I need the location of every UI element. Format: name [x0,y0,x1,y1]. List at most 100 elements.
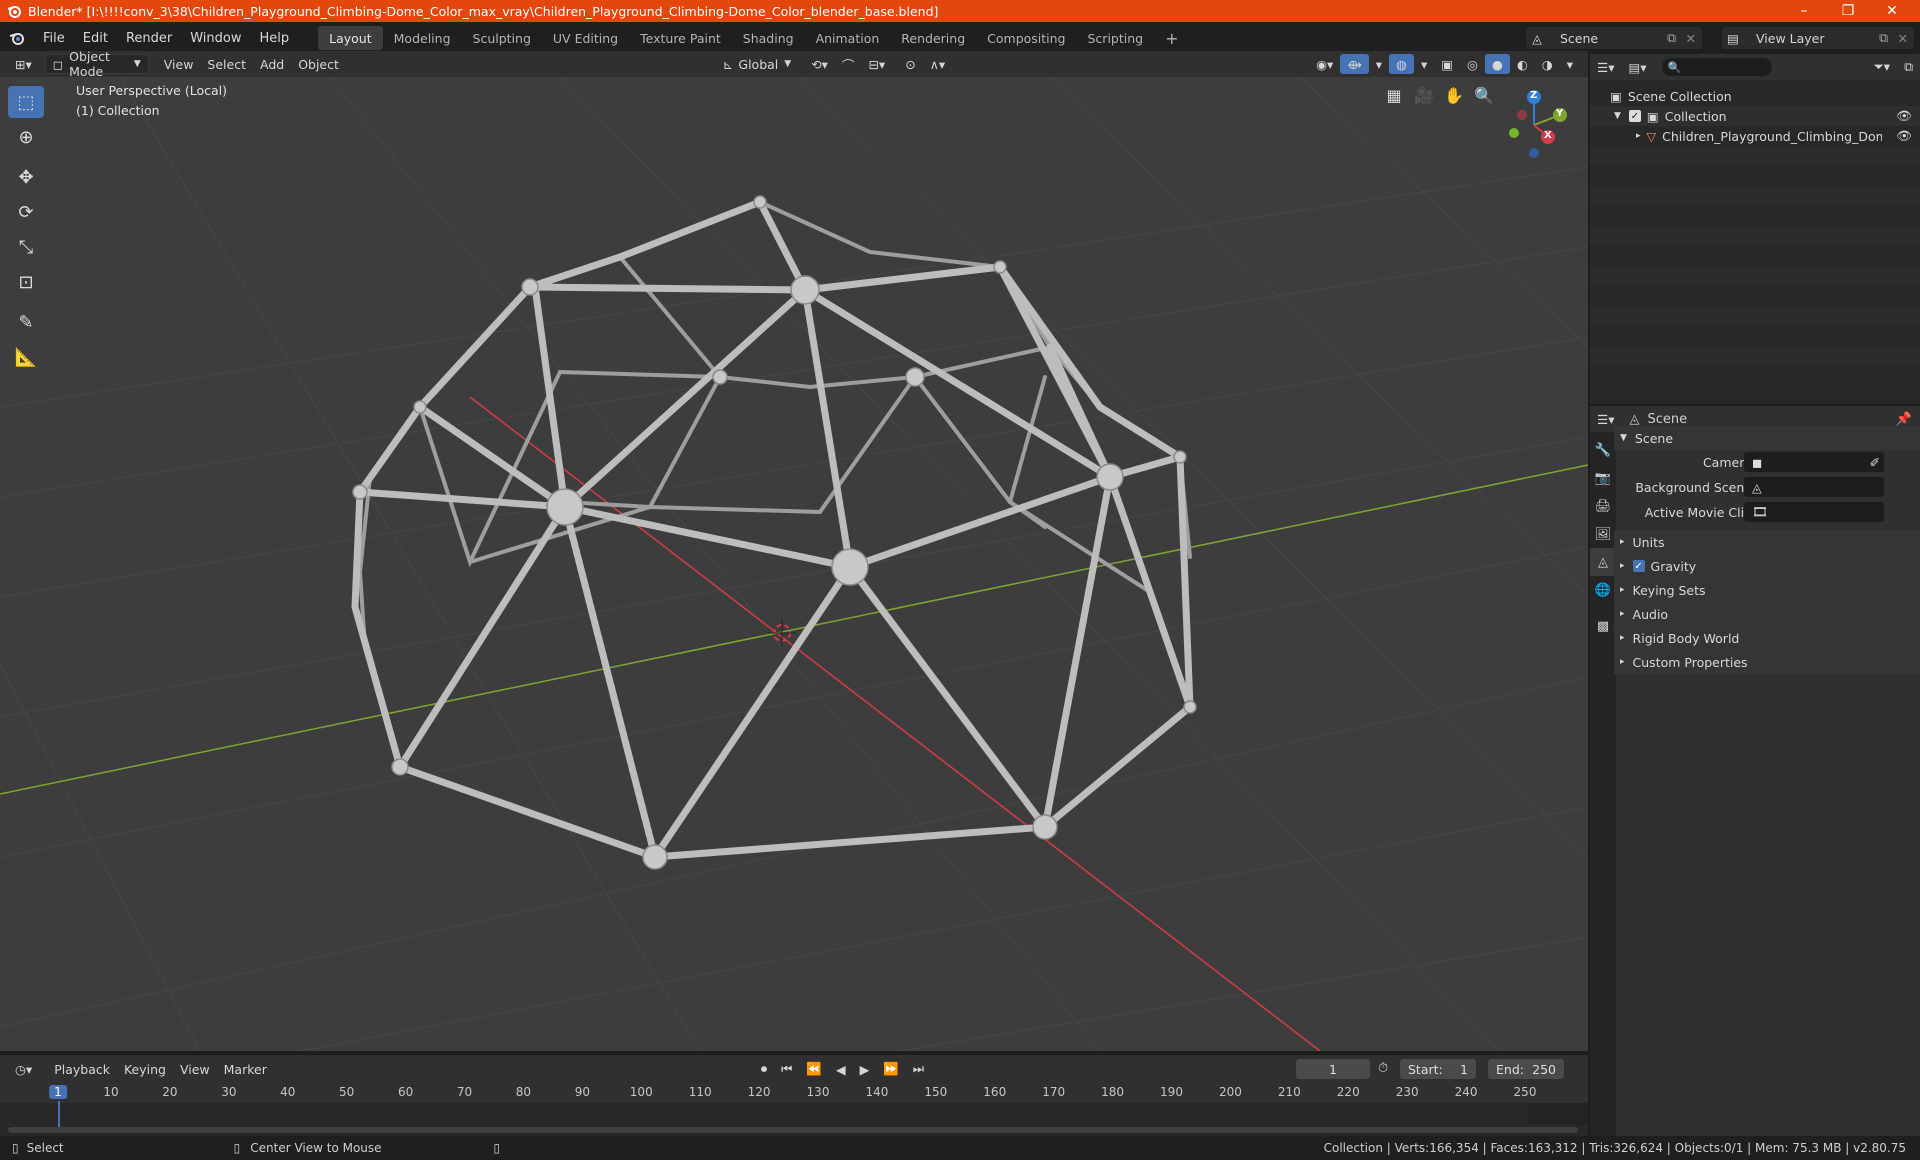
tab-compositing[interactable]: Compositing [976,26,1076,50]
tab-scripting[interactable]: Scripting [1077,26,1155,50]
close-button[interactable]: ✕ [1870,0,1914,22]
scene-selector[interactable]: ◬ Scene ⧉ ✕ [1526,27,1702,49]
eye-icon[interactable]: 👁 [1896,108,1912,124]
outliner-search-input[interactable]: 🔍 [1661,58,1772,76]
cursor-tool-icon[interactable]: ⊕ [8,121,44,153]
timeline-menu-playback[interactable]: Playback [47,1059,117,1079]
visibility-icon[interactable]: ◉▾ [1309,54,1340,74]
overlays-toggle-icon[interactable]: ◍ [1389,54,1414,74]
output-tab-icon[interactable]: 🖨 [1590,492,1616,520]
minimize-button[interactable]: – [1782,0,1826,22]
tab-modeling[interactable]: Modeling [383,26,462,50]
playhead-line[interactable] [58,1101,60,1127]
menu-render[interactable]: Render [117,31,181,46]
custom-properties-panel-header[interactable]: ▸ Custom Properties [1614,650,1920,674]
outliner-editor-type-icon[interactable]: ☰▾ [1590,57,1621,77]
snap-icon[interactable]: ⌒ [835,54,862,74]
active-movie-clip-field[interactable]: 🎞 [1744,502,1884,522]
gravity-panel-header[interactable]: ▸ ✓ Gravity [1614,554,1920,578]
outliner-row-collection[interactable]: ▼ ✓ ▣ Collection 👁 [1590,106,1920,126]
copy-scene-icon[interactable]: ⧉ [1667,30,1676,46]
world-tab-icon[interactable]: 🌐 [1590,576,1616,604]
menu-edit[interactable]: Edit [74,31,117,46]
timeline-editor-type-icon[interactable]: ◷▾ [8,1059,39,1079]
wireframe-shading-icon[interactable]: ◎ [1460,54,1485,74]
expand-arrow-icon[interactable]: ▼ [1614,111,1621,121]
annotate-tool-icon[interactable]: ✎ [8,306,44,338]
proportional-edit-icon[interactable]: ⊙ [898,54,922,74]
new-collection-icon[interactable]: ⧉ [1897,57,1920,77]
tab-rendering[interactable]: Rendering [890,26,976,50]
material-shading-icon[interactable]: ◐ [1510,54,1535,74]
menu-help[interactable]: Help [251,31,299,46]
rotate-tool-icon[interactable]: ⟳ [8,196,44,228]
expand-arrow-icon[interactable]: ▸ [1636,131,1641,141]
falloff-icon[interactable]: ∧▾ [923,54,952,74]
add-workspace-button[interactable]: + [1154,26,1189,50]
view-layer-selector[interactable]: ▤ View Layer ⧉ ✕ [1722,27,1914,49]
tab-texture-paint[interactable]: Texture Paint [629,26,732,50]
timeline-menu-marker[interactable]: Marker [217,1059,274,1079]
remove-scene-icon[interactable]: ✕ [1686,31,1696,46]
camera-view-icon[interactable]: 🎥 [1410,81,1438,109]
editor-type-button[interactable]: ⊞▾ [8,54,39,74]
navigation-gizmo[interactable]: Z Y X [1494,87,1574,163]
select-box-tool-icon[interactable]: ⬚ [8,86,44,118]
outliner-row-object[interactable]: ▸ ▽ Children_Playground_Climbing_Dome_Co… [1590,126,1920,146]
remove-view-layer-icon[interactable]: ✕ [1898,31,1908,46]
scene-tab-icon[interactable]: ◬ [1590,548,1616,576]
viewport-menu-add[interactable]: Add [253,54,291,74]
mode-selector[interactable]: ◻ Object Mode ▼ [44,49,149,79]
current-frame-field[interactable]: 1 [1296,1059,1370,1079]
pivot-point-icon[interactable]: ⟲▾ [804,54,835,74]
3d-viewport[interactable]: User Perspective (Local) (1) Collection … [0,77,1588,1051]
jump-end-icon[interactable]: ⏭ [906,1059,931,1079]
audio-panel-header[interactable]: ▸ Audio [1614,602,1920,626]
tool-tab-icon[interactable]: 🔧 [1590,436,1616,464]
menu-file[interactable]: File [34,31,74,46]
texture-tab-icon[interactable]: ▩ [1590,612,1616,640]
chevron-down-icon[interactable]: ▾ [1414,54,1434,74]
background-scene-field[interactable]: ◬ [1744,477,1884,497]
scale-tool-icon[interactable]: ⤡ [8,231,44,263]
pan-hand-icon[interactable]: ✋ [1440,81,1468,109]
viewport-menu-view[interactable]: View [157,54,201,74]
outliner-row-scene-collection[interactable]: ▣ Scene Collection [1590,86,1920,106]
timeline-menu-keying[interactable]: Keying [117,1059,173,1079]
current-frame-indicator[interactable]: 1 [49,1085,67,1099]
exclude-checkbox[interactable]: ✓ [1628,110,1641,122]
play-reverse-icon[interactable]: ◀ [829,1059,853,1079]
viewport-menu-object[interactable]: Object [291,54,346,74]
pin-icon[interactable]: 📌 [1896,412,1912,427]
3d-cursor[interactable] [768,619,796,647]
zoom-icon[interactable]: 🔍 [1470,81,1498,109]
view-layer-tab-icon[interactable]: 🖼 [1590,520,1616,548]
stopwatch-icon[interactable]: ⏱ [1378,1061,1388,1076]
prev-keyframe-icon[interactable]: ⏪ [799,1059,829,1079]
eye-icon[interactable]: 👁 [1896,128,1912,144]
transform-tool-icon[interactable]: ⊡ [8,266,44,298]
eyedropper-icon[interactable]: ✐ [1870,455,1880,470]
orientation-selector[interactable]: ⊾ Global ▼ [716,54,798,74]
measure-tool-icon[interactable]: 📐 [8,341,44,373]
rigid-body-world-panel-header[interactable]: ▸ Rigid Body World [1614,626,1920,650]
xray-toggle-icon[interactable]: ▣ [1434,54,1460,74]
scene-panel-header[interactable]: ▼ Scene [1614,426,1920,450]
tab-layout[interactable]: Layout [318,26,383,50]
viewport-menu-select[interactable]: Select [200,54,253,74]
timeline-scrollbar[interactable] [8,1127,1578,1133]
gizmo-toggle-icon[interactable]: ⟴ [1340,54,1369,74]
camera-field[interactable]: ◼ ✐ [1744,452,1884,472]
tab-animation[interactable]: Animation [805,26,891,50]
chevron-down-icon[interactable]: ▾ [1369,54,1389,74]
timeline-menu-view[interactable]: View [173,1059,217,1079]
copy-view-layer-icon[interactable]: ⧉ [1879,30,1888,46]
move-tool-icon[interactable]: ✥ [8,161,44,193]
blender-menu-icon[interactable] [0,26,34,50]
frame-ruler[interactable]: 1 10 20 30 40 50 60 70 80 90 100 110 120 130 140 150 160… [0,1083,1588,1103]
display-mode-icon[interactable]: ▤▾ [1621,57,1653,77]
rendered-shading-icon[interactable]: ◑ [1535,54,1560,74]
play-icon[interactable]: ▶ [853,1059,877,1079]
filter-icon[interactable]: ⏷▾ [1867,57,1897,77]
shading-options-icon[interactable]: ▾ [1560,54,1580,74]
